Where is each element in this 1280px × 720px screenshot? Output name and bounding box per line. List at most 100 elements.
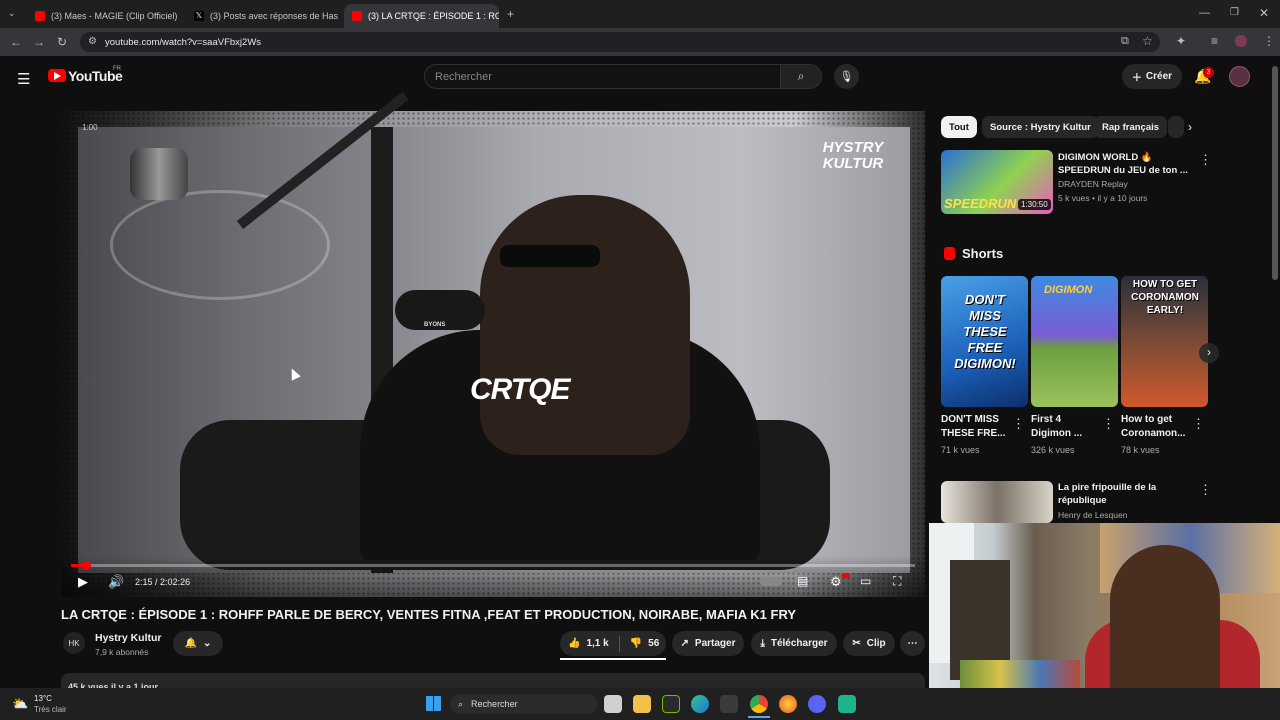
reload-icon[interactable]: ↻ xyxy=(57,36,67,48)
tab-title: (3) LA CRTQE : ÉPISODE 1 : RO xyxy=(368,11,499,21)
settings-gear-icon[interactable]: ⚙ xyxy=(830,574,842,590)
browser-tab-3-active[interactable]: (3) LA CRTQE : ÉPISODE 1 : RO × xyxy=(344,4,499,28)
volume-icon[interactable]: 🔊 xyxy=(108,574,124,590)
dislike-count[interactable]: 56 xyxy=(648,638,659,649)
short-views-3: 78 k vues xyxy=(1121,445,1160,455)
subscribed-notifications-button[interactable]: 🔔 ⌄ xyxy=(173,631,223,656)
search-input[interactable]: Rechercher xyxy=(424,64,781,89)
search-icon: ⌕ xyxy=(797,69,805,83)
weather-temperature[interactable]: 13°C xyxy=(34,694,52,703)
bookmark-star-icon[interactable]: ☆ xyxy=(1142,35,1153,47)
edge-browser-icon[interactable] xyxy=(691,695,709,713)
like-count[interactable]: 1,1 k xyxy=(586,638,608,649)
recommended-channel[interactable]: Henry de Lesquen xyxy=(1058,510,1127,520)
close-tab-icon[interactable]: × xyxy=(177,11,182,22)
firefox-browser-icon[interactable] xyxy=(779,695,797,713)
description-box[interactable] xyxy=(61,673,925,688)
autoplay-toggle[interactable] xyxy=(760,577,782,586)
more-options-icon[interactable]: ⋮ xyxy=(1199,482,1212,498)
channel-watermark: HYSTRY KULTUR xyxy=(822,139,884,172)
chrome-browser-icon[interactable] xyxy=(750,695,768,713)
share-button[interactable]: ↗ Partager xyxy=(672,631,744,656)
page-scrollbar[interactable] xyxy=(1272,66,1278,280)
profile-avatar[interactable] xyxy=(1235,35,1247,47)
more-options-icon[interactable]: ⋮ xyxy=(1192,416,1205,432)
channel-name[interactable]: Hystry Kultur xyxy=(95,632,162,644)
search-button[interactable]: ⌕ xyxy=(780,64,822,89)
time-display: 2:15 / 2:02:26 xyxy=(135,577,191,587)
recommended-title[interactable]: DIGIMON WORLD 🔥 SPEEDRUN du JEU de ton .… xyxy=(1058,151,1194,177)
nvidia-app-icon[interactable] xyxy=(662,695,680,713)
voice-search-button[interactable]: 🎙 xyxy=(834,64,859,89)
create-button[interactable]: ＋ Créer xyxy=(1122,64,1182,89)
short-thumbnail-text: HOW TO GET CORONAMON EARLY! xyxy=(1131,279,1199,316)
more-actions-button[interactable]: ⋯ xyxy=(900,631,925,656)
recommended-channel[interactable]: DRAYDEN Replay xyxy=(1058,179,1128,189)
channel-avatar[interactable]: HK xyxy=(63,632,85,654)
task-view-icon[interactable] xyxy=(604,695,622,713)
browser-tab-2[interactable]: 𝕏 (3) Posts avec réponses de Has × xyxy=(186,4,341,28)
chip-rap-francais[interactable]: Rap français xyxy=(1094,116,1168,138)
youtube-favicon-icon xyxy=(35,11,45,21)
thumbs-down-icon[interactable]: 👎 xyxy=(630,638,642,649)
chip-all[interactable]: Tout xyxy=(941,116,977,138)
shirt-logo-text: CRTQE xyxy=(470,373,570,406)
url-text[interactable]: youtube.com/watch?v=saaVFbxj2Ws xyxy=(105,37,261,48)
file-explorer-icon[interactable] xyxy=(633,695,651,713)
clip-button[interactable]: ✂ Clip xyxy=(843,631,895,656)
shorts-next-button[interactable]: › xyxy=(1199,343,1219,363)
forward-icon[interactable]: → xyxy=(33,36,45,48)
subscriber-count: 7,9 k abonnés xyxy=(95,647,149,657)
browser-menu-icon[interactable]: ⋮ xyxy=(1263,35,1275,47)
close-window-icon[interactable]: ✕ xyxy=(1259,7,1269,19)
short-thumbnail-text: DON'T MISS THESE FREE DIGIMON! xyxy=(954,292,1016,371)
minimize-icon[interactable]: — xyxy=(1199,8,1210,19)
weather-description[interactable]: Très clair xyxy=(34,705,67,714)
video-title: LA CRTQE : ÉPISODE 1 : ROHFF PARLE DE BE… xyxy=(61,607,797,622)
more-options-icon[interactable]: ⋮ xyxy=(1012,416,1025,432)
maximize-icon[interactable]: ❐ xyxy=(1230,8,1239,18)
download-label: Télécharger xyxy=(770,638,828,649)
browser-tab-1[interactable]: (3) Maes - MAGIE (Clip Officiel) × xyxy=(27,4,182,28)
x-favicon-icon: 𝕏 xyxy=(194,11,204,21)
progress-bar[interactable] xyxy=(71,564,915,567)
recommended-thumbnail[interactable] xyxy=(941,481,1053,523)
account-avatar[interactable] xyxy=(1229,66,1250,87)
more-options-icon[interactable]: ⋮ xyxy=(1199,152,1212,168)
hamburger-menu-icon[interactable]: ☰ xyxy=(17,70,30,88)
short-title-2[interactable]: First 4 Digimon ... xyxy=(1031,413,1101,441)
youtube-favicon-icon xyxy=(352,11,362,21)
play-icon[interactable]: ▶ xyxy=(78,574,88,590)
recommended-meta: 5 k vues • il y a 10 jours xyxy=(1058,193,1148,203)
recommended-title[interactable]: La pire fripouille de la république xyxy=(1058,481,1194,507)
share-label: Partager xyxy=(694,638,736,649)
region-code: FR xyxy=(113,66,121,72)
more-horizontal-icon: ⋯ xyxy=(907,638,918,649)
short-title-1[interactable]: DON'T MISS THESE FRE... xyxy=(941,413,1011,441)
chip-source-channel[interactable]: Source : Hystry Kultur xyxy=(982,116,1099,138)
short-title-3[interactable]: How to get Coronamon... xyxy=(1121,413,1191,441)
chevron-right-icon[interactable]: › xyxy=(1188,120,1192,134)
mic-brand-text: BYONS xyxy=(424,322,446,328)
new-tab-button[interactable]: + xyxy=(507,8,514,20)
subtitles-icon[interactable]: ▤ xyxy=(797,574,808,588)
theater-mode-icon[interactable]: ▭ xyxy=(860,574,871,588)
microsoft-store-icon[interactable] xyxy=(720,695,738,713)
back-icon[interactable]: ← xyxy=(10,36,22,48)
taskbar-search-box[interactable]: ⌕ Rechercher xyxy=(450,694,597,714)
reading-list-icon[interactable]: ≡ xyxy=(1211,35,1218,47)
more-options-icon[interactable]: ⋮ xyxy=(1102,416,1115,432)
tab-search-icon[interactable]: ⌄ xyxy=(8,9,16,18)
close-tab-icon[interactable]: × xyxy=(338,11,341,22)
site-info-icon[interactable]: ⚙ xyxy=(88,37,97,47)
shorts-heading: Shorts xyxy=(962,246,1004,261)
download-button[interactable]: ⤓ Télécharger xyxy=(751,631,837,656)
fullscreen-icon[interactable]: ⛶ xyxy=(893,574,901,589)
install-app-icon[interactable]: ⧉ xyxy=(1121,36,1129,47)
app-launcher-icon[interactable] xyxy=(838,695,856,713)
discord-icon[interactable] xyxy=(808,695,826,713)
weather-icon[interactable]: ⛅ xyxy=(12,696,28,712)
extensions-icon[interactable]: ✦ xyxy=(1176,35,1186,47)
windows-start-icon[interactable] xyxy=(426,696,441,711)
thumbs-up-icon[interactable]: 👍 xyxy=(568,638,580,649)
